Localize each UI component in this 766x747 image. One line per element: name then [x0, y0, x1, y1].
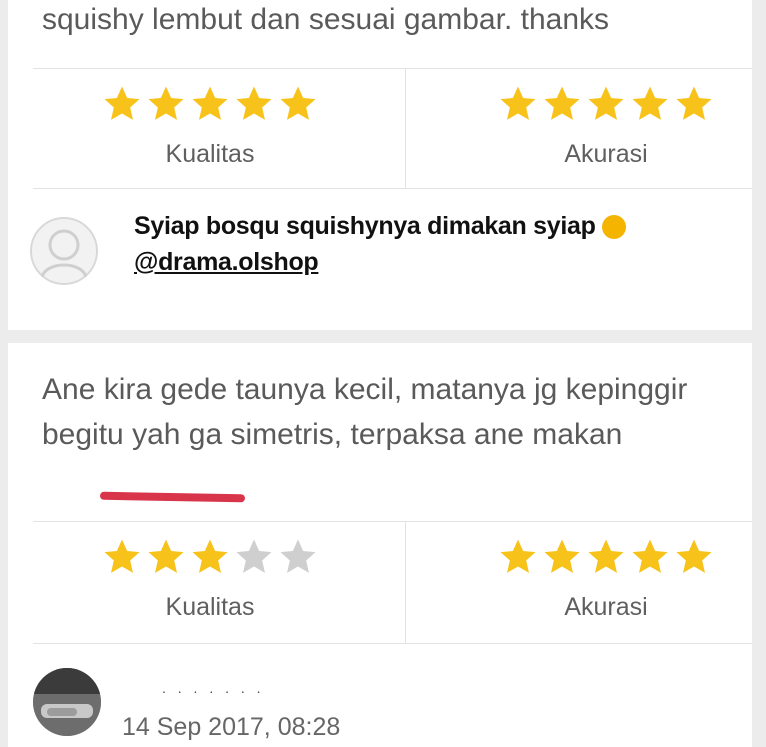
star-filled-icon [500, 539, 536, 573]
rating-akurasi: Akurasi [456, 84, 756, 169]
review-date: 14 Sep 2017, 08:28 [122, 713, 341, 741]
reviewer-avatar[interactable] [33, 668, 101, 736]
rating-label: Kualitas [165, 140, 255, 168]
seller-reply: Syiap bosqu squishynya dimakan syiap @dr… [134, 208, 626, 280]
rating-kualitas: Kualitas [60, 537, 360, 622]
rating-label: Kualitas [165, 593, 255, 621]
star-filled-icon [104, 86, 140, 120]
star-filled-icon [148, 539, 184, 573]
seller-avatar[interactable] [30, 217, 98, 285]
user-placeholder-icon [30, 217, 98, 285]
divider [405, 68, 406, 188]
rating-kualitas: Kualitas [60, 84, 360, 169]
seller-reply-text: Syiap bosqu squishynya dimakan syiap [134, 212, 596, 240]
review-card: Ane kira gede taunya kecil, matanya jg k… [8, 343, 752, 747]
star-rating [456, 537, 756, 577]
star-filled-icon [192, 86, 228, 120]
ok-hand-emoji-icon [601, 215, 626, 240]
star-filled-icon [632, 539, 668, 573]
red-underline-annotation [99, 491, 246, 503]
star-filled-icon [544, 86, 580, 120]
star-rating [456, 84, 756, 124]
star-filled-icon [192, 539, 228, 573]
star-filled-icon [148, 86, 184, 120]
reviewer-name: . . . . . . . [162, 680, 265, 696]
divider [33, 521, 752, 522]
star-rating [60, 84, 360, 124]
star-filled-icon [236, 86, 272, 120]
star-filled-icon [280, 86, 316, 120]
divider [33, 188, 752, 189]
divider [405, 521, 406, 643]
star-empty-icon [236, 539, 272, 573]
seller-mention-link[interactable]: @drama.olshop [134, 248, 319, 276]
profile-photo-icon [33, 668, 101, 736]
review-text: Ane kira gede taunya kecil, matanya jg k… [42, 373, 688, 451]
divider [33, 68, 752, 69]
rating-label: Akurasi [564, 593, 648, 621]
star-filled-icon [104, 539, 140, 573]
star-filled-icon [676, 86, 712, 120]
rating-akurasi: Akurasi [456, 537, 756, 622]
star-filled-icon [544, 539, 580, 573]
star-filled-icon [588, 539, 624, 573]
review-text: squishy lembut dan sesuai gambar. thanks [42, 3, 609, 36]
star-filled-icon [632, 86, 668, 120]
star-empty-icon [280, 539, 316, 573]
star-rating [60, 537, 360, 577]
divider [33, 643, 752, 644]
review-card: squishy lembut dan sesuai gambar. thanks… [8, 0, 752, 330]
rating-label: Akurasi [564, 140, 648, 168]
star-filled-icon [500, 86, 536, 120]
star-filled-icon [588, 86, 624, 120]
star-filled-icon [676, 539, 712, 573]
